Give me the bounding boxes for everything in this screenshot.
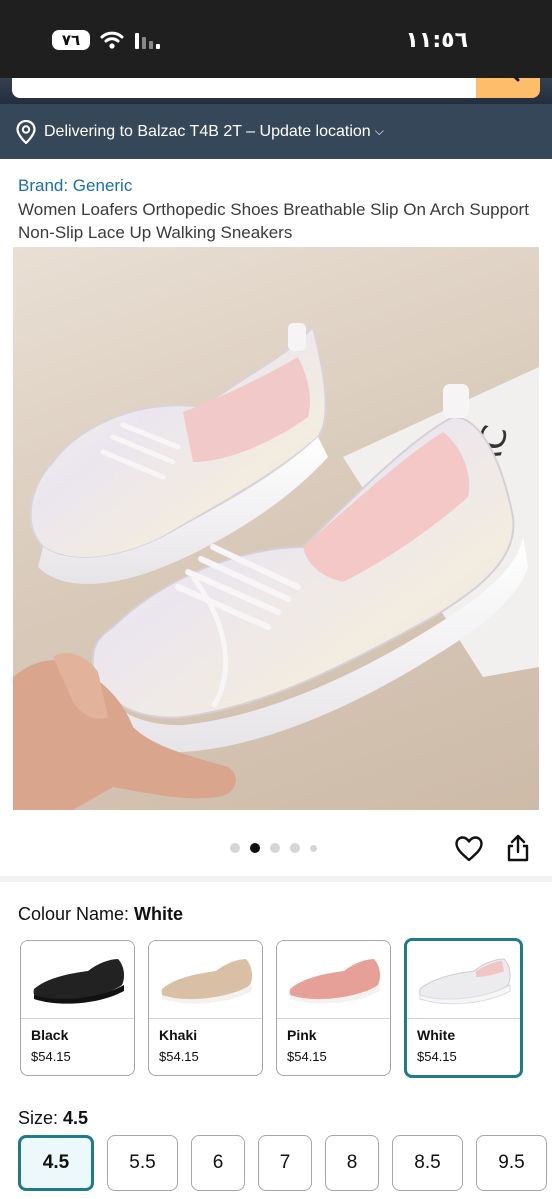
carousel-indicator [230,843,317,853]
size-option-6[interactable]: 6 [191,1135,245,1191]
size-label-text: Size: [18,1108,64,1128]
colour-option-price: $54.15 [287,1049,327,1064]
location-pin-icon [16,119,36,144]
carousel-dot[interactable] [290,843,300,853]
colour-option-black[interactable]: Black $54.15 [20,940,135,1076]
colour-option-pink[interactable]: Pink $54.15 [276,940,391,1076]
heart-icon [455,836,483,862]
shoe-thumbnail-khaki [149,941,262,1019]
carousel-dot[interactable] [270,843,280,853]
status-time: ١١:٥٦ [405,28,468,53]
share-icon [507,834,529,862]
status-icons: ٧٦ [52,30,160,50]
carousel-dot[interactable] [230,843,240,853]
chevron-down-icon: ⌵ [374,124,384,138]
size-option-8-5[interactable]: 8.5 [392,1135,463,1191]
colour-option-white[interactable]: White $54.15 [404,938,523,1078]
colour-option-name: Pink [287,1027,317,1043]
colour-name-label: Colour Name: White [18,904,183,925]
size-option-5-5[interactable]: 5.5 [107,1135,178,1191]
colour-option-name: White [417,1027,456,1043]
carousel-dot[interactable] [310,844,317,852]
colour-option-price: $54.15 [31,1049,71,1064]
product-title: Women Loafers Orthopedic Shoes Breathabl… [18,200,529,242]
search-input[interactable] [12,78,482,98]
colour-option-price: $54.15 [159,1049,199,1064]
carousel-dot-active[interactable] [250,843,260,853]
colour-label-text: Colour Name: [18,904,135,924]
search-icon [513,78,520,82]
shoe-thumbnail-black [21,941,134,1019]
search-button[interactable] [476,78,540,98]
size-option-7[interactable]: 7 [258,1135,312,1191]
section-divider [0,876,552,882]
colour-options: Black $54.15 Khaki $54.15 Pink $54.15 Wh… [20,938,523,1078]
size-option-9-5[interactable]: 9.5 [476,1135,547,1191]
status-bar: ٧٦ ١١:٥٦ [0,0,552,78]
delivery-text: Delivering to Balzac T4B 2T – Update loc… [44,122,371,140]
colour-option-price: $54.15 [417,1049,457,1064]
size-options: 4.5 5.5 6 7 8 8.5 9.5 [18,1135,547,1191]
battery-icon: ٧٦ [52,30,90,50]
shoe-thumbnail-white [407,941,520,1019]
colour-option-khaki[interactable]: Khaki $54.15 [148,940,263,1076]
wifi-icon [100,31,124,49]
size-selected-value: 4.5 [63,1108,89,1128]
wishlist-button[interactable] [455,836,483,867]
shoe-thumbnail-pink [277,941,390,1019]
size-label: Size: 4.5 [18,1108,88,1129]
colour-option-name: Black [31,1027,69,1043]
colour-selected-value: White [134,904,184,924]
size-option-4-5[interactable]: 4.5 [18,1135,94,1191]
cellular-signal-icon [135,33,160,49]
share-button[interactable] [506,834,530,867]
colour-option-name: Khaki [159,1027,198,1043]
size-option-8[interactable]: 8 [325,1135,379,1191]
product-image[interactable]: PAC [13,247,539,810]
search-bar [0,78,552,104]
delivery-location-bar[interactable]: Delivering to Balzac T4B 2T – Update loc… [0,104,552,159]
brand-link[interactable]: Brand: Generic [18,176,132,196]
